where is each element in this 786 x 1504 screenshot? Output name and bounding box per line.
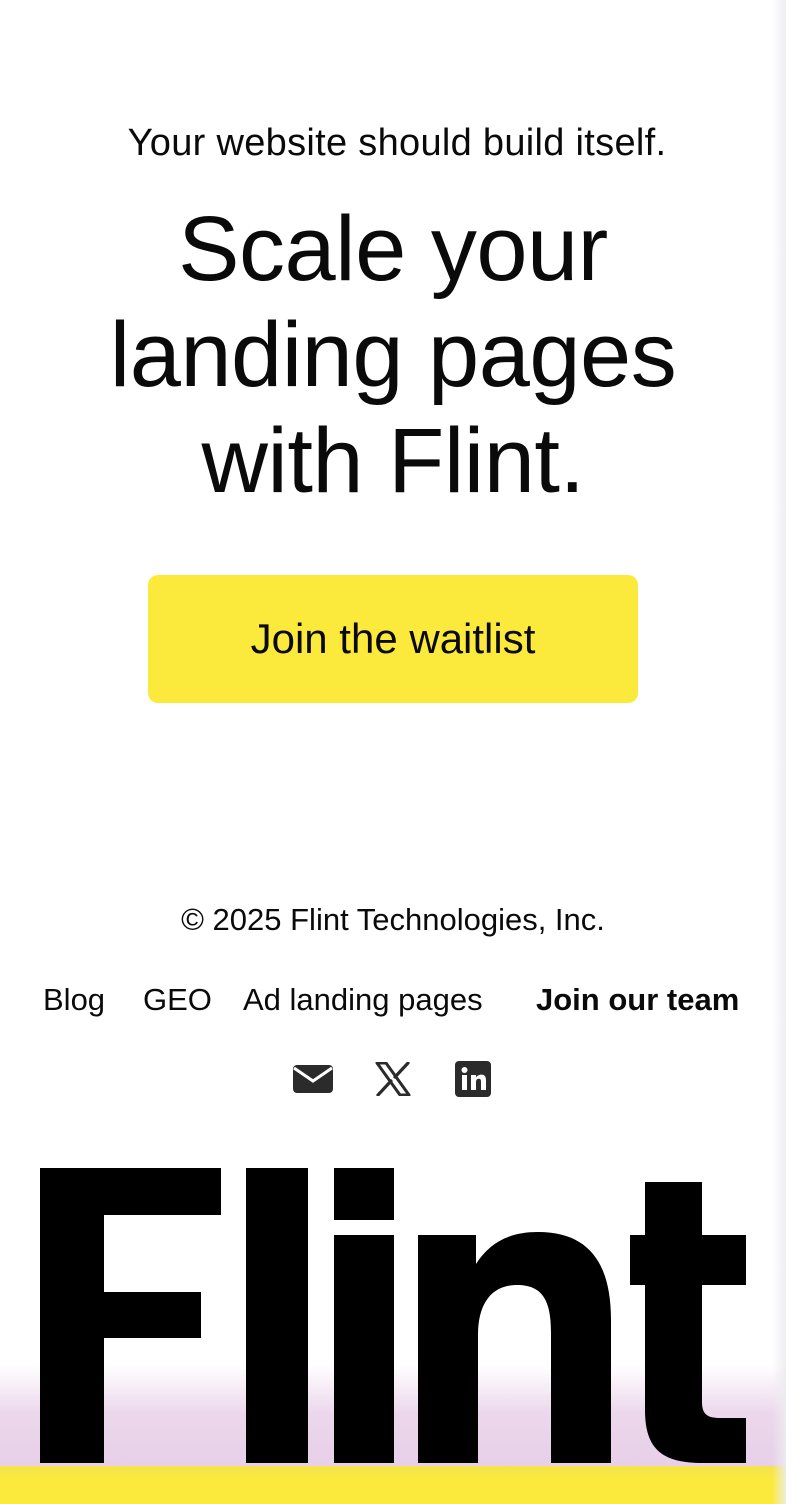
join-waitlist-label: Join the waitlist [250, 615, 536, 662]
linkedin-icon[interactable] [452, 1058, 494, 1100]
mail-icon[interactable] [292, 1058, 334, 1100]
copyright-text: © 2025 Flint Technologies, Inc. [181, 902, 605, 937]
footer-link-blog[interactable]: Blog [43, 978, 105, 1022]
join-waitlist-button[interactable]: Join the waitlist [148, 575, 638, 703]
page: Your website should build itself. Scale … [0, 0, 786, 1504]
footer-link-geo[interactable]: GEO [143, 978, 212, 1022]
hero-tagline: Your website should build itself. [127, 122, 667, 164]
headline-line-3: with Flint. [201, 410, 585, 512]
footer-link-join-our-team[interactable]: Join our team [536, 978, 739, 1022]
footer-link-ad-landing-pages[interactable]: Ad landing pages [243, 978, 483, 1022]
hero-headline: Scale your landing pages with Flint. [0, 196, 786, 514]
footer-nav: Blog GEO Ad landing pages Join our team [0, 978, 786, 1022]
headline-line-2: landing pages [109, 304, 677, 406]
accent-bar [0, 1466, 786, 1504]
x-icon[interactable] [372, 1058, 414, 1100]
flint-wordmark-logo [40, 1168, 746, 1463]
headline-line-1: Scale your [178, 198, 608, 300]
